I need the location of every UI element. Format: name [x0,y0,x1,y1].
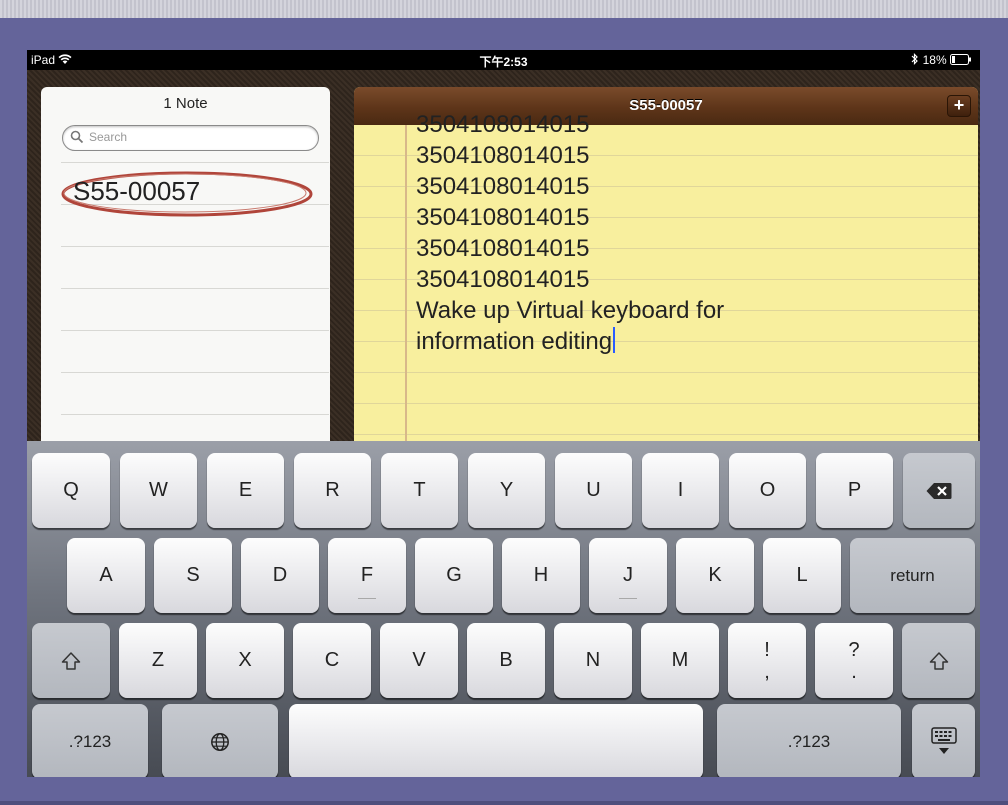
key-j[interactable]: J [589,538,667,613]
key-d[interactable]: D [241,538,319,613]
key-u[interactable]: U [555,453,632,528]
numbers-key-left[interactable]: .?123 [32,704,148,777]
clock: 下午2:53 [479,55,528,69]
punct-top: ! [764,638,770,661]
key-p[interactable]: P [816,453,893,528]
note-line: information editing [416,328,613,355]
backspace-key[interactable] [903,453,975,528]
search-input[interactable]: Search [62,125,319,151]
key-a[interactable]: A [67,538,145,613]
note-line: 3504108014015 [416,173,590,200]
key-z[interactable]: Z [119,623,197,698]
key-exclaim-comma[interactable]: !, [728,623,806,698]
key-l[interactable]: L [763,538,841,613]
key-f[interactable]: F [328,538,406,613]
battery-percent: 18% [922,53,947,67]
home-row-mark [358,598,376,599]
punct-label-1: !, [764,639,770,683]
key-m[interactable]: M [641,623,719,698]
key-y[interactable]: Y [468,453,545,528]
status-right: 18% [911,53,972,67]
ipad-screen: iPad 下午2:53 18% 1 Note Search S55-00057 … [27,50,980,777]
key-v[interactable]: V [380,623,458,698]
key-w[interactable]: W [120,453,197,528]
text-cursor [613,327,616,353]
key-o[interactable]: O [729,453,806,528]
punct-top: ? [848,638,860,661]
hide-keyboard-icon [930,726,957,754]
hide-keyboard-key[interactable] [912,704,975,777]
shift-icon [61,651,81,670]
note-line-last: information editing [416,326,966,357]
key-e[interactable]: E [207,453,284,528]
space-key[interactable] [289,704,703,777]
globe-key[interactable] [162,704,278,777]
note-line: 3504108014015 [416,266,590,293]
key-c[interactable]: C [293,623,371,698]
key-x[interactable]: X [206,623,284,698]
note-line: 3504108014015 [416,142,590,169]
list-item-note[interactable]: S55-00057 [61,171,313,217]
key-b[interactable]: B [467,623,545,698]
punct-bottom: , [764,660,770,683]
key-g[interactable]: G [415,538,493,613]
key-r[interactable]: R [294,453,371,528]
note-margin-line [405,125,407,482]
home-row-mark [619,598,637,599]
globe-icon [211,732,229,751]
search-placeholder: Search [89,130,128,144]
key-i[interactable]: I [642,453,719,528]
shift-key-right[interactable] [902,623,975,698]
notes-list-title: 1 Note [163,95,208,112]
list-item-label: S55-00057 [73,176,201,206]
note-editor: S55-00057 + 3504108014015 3504108014015 … [354,87,978,482]
key-q[interactable]: Q [32,453,110,528]
note-line: 3504108014015 [416,204,590,231]
return-key[interactable]: return [850,538,975,613]
bluetooth-icon [911,53,922,67]
window-top-band [0,0,1008,18]
key-h[interactable]: H [502,538,580,613]
punct-label-2: ?. [848,639,859,683]
key-j-label: J [623,564,633,586]
key-k[interactable]: K [676,538,754,613]
key-t[interactable]: T [381,453,458,528]
backspace-icon [926,482,952,499]
note-line: 3504108014015 [416,235,590,262]
search-icon [70,130,84,144]
key-n[interactable]: N [554,623,632,698]
key-s[interactable]: S [154,538,232,613]
shift-icon [929,651,948,670]
punct-bottom: . [851,660,857,683]
window-bottom-edge [0,801,1008,805]
numbers-key-right[interactable]: .?123 [717,704,901,777]
battery-icon [950,53,972,67]
virtual-keyboard: Q W E R T Y U I O P A S D F G H J K L re… [27,441,980,777]
key-f-label: F [360,564,374,586]
notes-list-panel: 1 Note Search S55-00057 [41,87,330,482]
note-line: 3504108014015 [416,111,590,138]
status-bar: iPad 下午2:53 18% [27,50,980,70]
note-line: Wake up Virtual keyboard for [416,297,725,324]
key-question-period[interactable]: ?. [815,623,893,698]
note-text-area[interactable]: 3504108014015 3504108014015 350410801401… [416,111,966,357]
shift-key-left[interactable] [32,623,110,698]
